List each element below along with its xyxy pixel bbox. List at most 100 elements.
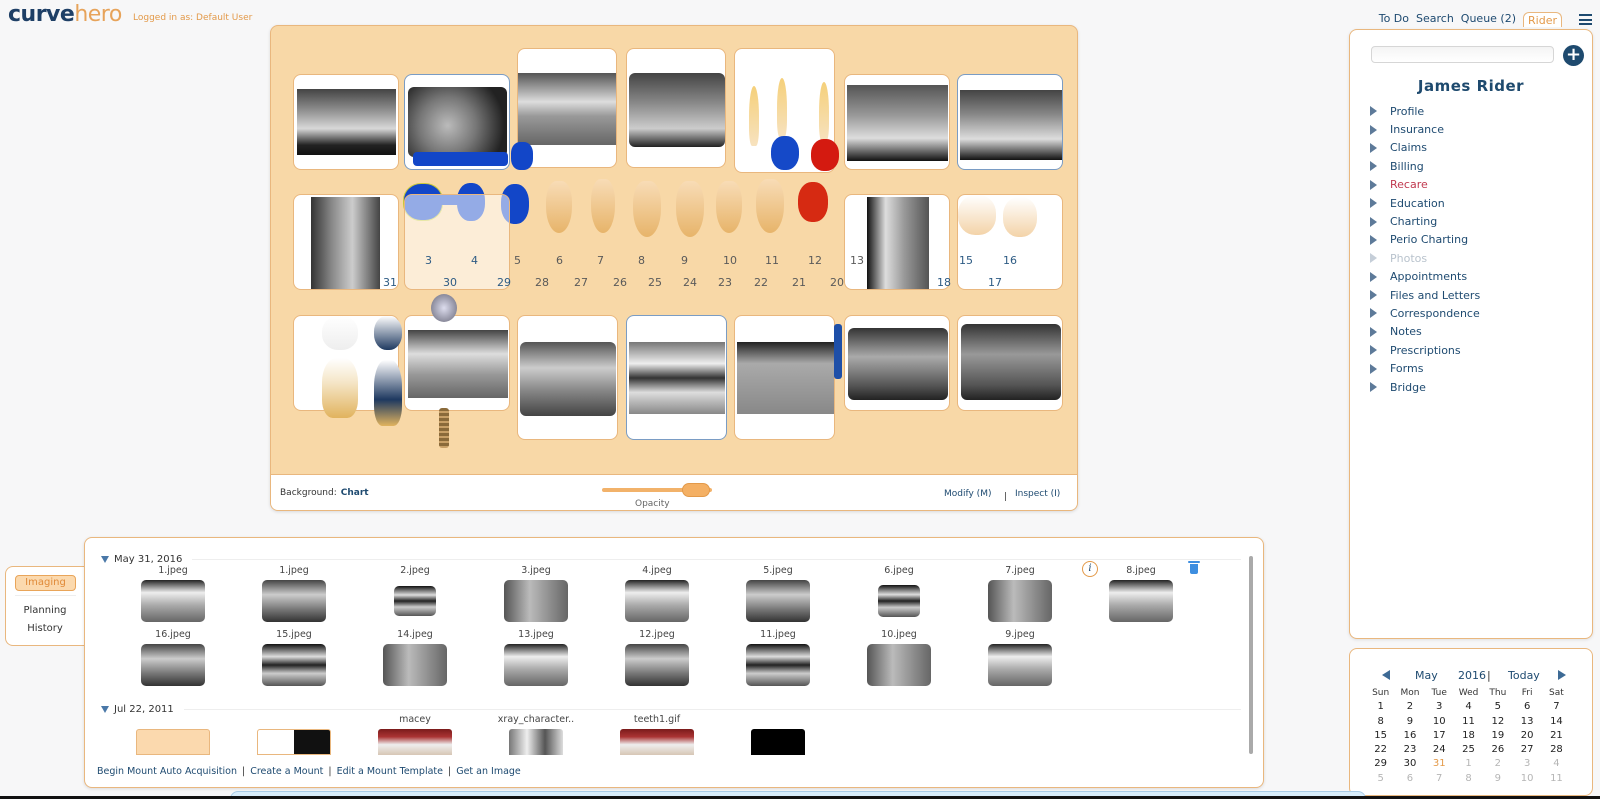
- calendar-day[interactable]: 27: [1512, 743, 1541, 757]
- calendar-day[interactable]: 11: [1454, 715, 1483, 729]
- calendar-day[interactable]: 20: [1512, 729, 1541, 743]
- calendar-day[interactable]: 12: [1483, 715, 1512, 729]
- calendar-year[interactable]: 2016: [1458, 669, 1486, 682]
- image-thumbnail[interactable]: 14.jpeg: [370, 629, 460, 686]
- get-an-image-link[interactable]: Get an Image: [456, 766, 521, 777]
- calendar-day[interactable]: 25: [1454, 743, 1483, 757]
- calendar-today-button[interactable]: Today: [1508, 669, 1540, 682]
- calendar-day[interactable]: 15: [1366, 729, 1395, 743]
- patient-menu-item-prescriptions[interactable]: Prescriptions: [1370, 341, 1480, 359]
- image-thumbnail[interactable]: 6.jpeg: [854, 565, 944, 617]
- mount-slot-lower-2[interactable]: [404, 315, 510, 411]
- tooth-number[interactable]: 4: [471, 254, 478, 267]
- calendar-day[interactable]: 29: [1366, 757, 1395, 771]
- patient-menu-item-files-and-letters[interactable]: Files and Letters: [1370, 286, 1480, 304]
- collapse-caret-icon[interactable]: [101, 556, 109, 563]
- calendar-day[interactable]: 23: [1395, 743, 1424, 757]
- calendar-prev-icon[interactable]: [1382, 670, 1390, 680]
- patient-menu-item-charting[interactable]: Charting: [1370, 212, 1480, 230]
- tooth-number[interactable]: 18: [937, 276, 951, 289]
- patient-menu-item-billing[interactable]: Billing: [1370, 157, 1480, 175]
- calendar-day[interactable]: 30: [1395, 757, 1424, 771]
- tooth-number[interactable]: 6: [556, 254, 563, 267]
- tooth-number[interactable]: 31: [383, 276, 397, 289]
- calendar-day[interactable]: 2: [1395, 700, 1424, 714]
- image-thumbnail[interactable]: [733, 714, 823, 755]
- tooth-number[interactable]: 21: [792, 276, 806, 289]
- calendar-day[interactable]: 2: [1483, 757, 1512, 771]
- calendar-next-icon[interactable]: [1558, 670, 1566, 680]
- tooth-number[interactable]: 30: [443, 276, 457, 289]
- add-patient-button[interactable]: +: [1563, 45, 1584, 66]
- calendar-day[interactable]: 18: [1454, 729, 1483, 743]
- calendar-day[interactable]: 1: [1454, 757, 1483, 771]
- tooth-number[interactable]: 12: [808, 254, 822, 267]
- mount-slot-middle-3[interactable]: [844, 194, 950, 290]
- image-thumbnail[interactable]: [249, 714, 339, 755]
- calendar-day[interactable]: 9: [1483, 772, 1512, 786]
- calendar-day[interactable]: 8: [1366, 715, 1395, 729]
- tooth-chart[interactable]: 3 4 5 6 7 8 9 10 11 12 13 15 16 31 30 29 28 27 26 25 24 23 22 2…: [271, 26, 1077, 474]
- modify-button[interactable]: Modify (M): [944, 489, 991, 499]
- calendar-day[interactable]: 10: [1425, 715, 1454, 729]
- mount-slot-lower-4[interactable]: [626, 315, 727, 440]
- nav-patient-tab[interactable]: Rider: [1523, 12, 1562, 27]
- image-thumbnail[interactable]: xray_character..: [491, 714, 581, 755]
- mount-slot-middle-2[interactable]: [404, 194, 510, 290]
- calendar-day[interactable]: 31: [1425, 757, 1454, 771]
- mount-slot-upper-6[interactable]: [844, 74, 950, 170]
- calendar-day[interactable]: 13: [1512, 715, 1541, 729]
- calendar-day[interactable]: 8: [1454, 772, 1483, 786]
- patient-search-input[interactable]: [1371, 46, 1554, 63]
- calendar-day[interactable]: 5: [1483, 700, 1512, 714]
- tooth-number[interactable]: 15: [959, 254, 973, 267]
- image-thumbnail[interactable]: [128, 714, 218, 755]
- calendar-day[interactable]: 14: [1542, 715, 1571, 729]
- nav-todo[interactable]: To Do: [1379, 12, 1409, 27]
- patient-menu-item-profile[interactable]: Profile: [1370, 102, 1480, 120]
- mount-slot-lower-7[interactable]: [957, 315, 1063, 411]
- mount-slot-upper-1[interactable]: [293, 74, 399, 170]
- image-thumbnail[interactable]: 13.jpeg: [491, 629, 581, 686]
- tooth-number[interactable]: 22: [754, 276, 768, 289]
- patient-menu-item-forms[interactable]: Forms: [1370, 359, 1480, 377]
- patient-menu-item-insurance[interactable]: Insurance: [1370, 120, 1480, 138]
- calendar-day[interactable]: 6: [1395, 772, 1424, 786]
- calendar-day[interactable]: 19: [1483, 729, 1512, 743]
- image-thumbnail[interactable]: 15.jpeg: [249, 629, 339, 686]
- calendar-day[interactable]: 22: [1366, 743, 1395, 757]
- tab-planning[interactable]: Planning: [6, 605, 84, 616]
- tooth-number[interactable]: 20: [830, 276, 844, 289]
- nav-queue[interactable]: Queue (2): [1461, 12, 1516, 27]
- mount-slot-upper-4[interactable]: [626, 48, 726, 168]
- nav-search[interactable]: Search: [1416, 12, 1454, 27]
- patient-menu-item-education[interactable]: Education: [1370, 194, 1480, 212]
- tooth-number[interactable]: 29: [497, 276, 511, 289]
- image-thumbnail[interactable]: 10.jpeg: [854, 629, 944, 686]
- calendar-day[interactable]: 24: [1425, 743, 1454, 757]
- trash-icon[interactable]: [1188, 561, 1200, 574]
- image-thumbnail[interactable]: teeth1.gif: [612, 714, 702, 755]
- background-value[interactable]: Chart: [341, 488, 369, 498]
- image-thumbnail[interactable]: 4.jpeg: [612, 565, 702, 622]
- image-thumbnail[interactable]: 2.jpeg: [370, 565, 460, 616]
- tooth-number[interactable]: 7: [597, 254, 604, 267]
- calendar-day[interactable]: 6: [1512, 700, 1541, 714]
- tooth-number[interactable]: 10: [723, 254, 737, 267]
- calendar-day[interactable]: 10: [1512, 772, 1541, 786]
- patient-menu-item-claims[interactable]: Claims: [1370, 139, 1480, 157]
- mount-slot-lower-3[interactable]: [517, 315, 618, 440]
- image-thumbnail[interactable]: 12.jpeg: [612, 629, 702, 686]
- create-mount-link[interactable]: Create a Mount: [250, 766, 323, 777]
- tooth-number[interactable]: 26: [613, 276, 627, 289]
- image-thumbnail[interactable]: 11.jpeg: [733, 629, 823, 686]
- app-logo[interactable]: curvehero: [8, 2, 122, 27]
- image-thumbnail[interactable]: 5.jpeg: [733, 565, 823, 622]
- calendar-day[interactable]: 17: [1425, 729, 1454, 743]
- image-thumbnail[interactable]: 16.jpeg: [128, 629, 218, 686]
- calendar-day[interactable]: 21: [1542, 729, 1571, 743]
- image-thumbnail[interactable]: 1.jpeg: [128, 565, 218, 622]
- tab-history[interactable]: History: [6, 623, 84, 634]
- calendar-day[interactable]: 11: [1542, 772, 1571, 786]
- tooth-number[interactable]: 13: [850, 254, 864, 267]
